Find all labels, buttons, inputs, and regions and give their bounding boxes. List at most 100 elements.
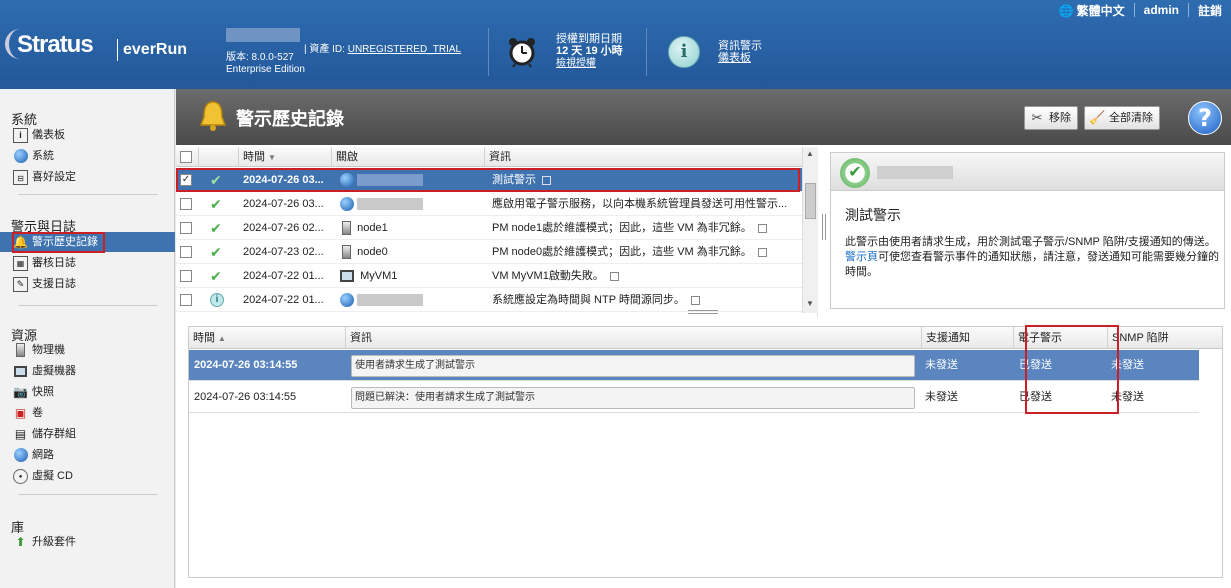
storage-group-icon: ▤: [14, 426, 27, 441]
language-selector[interactable]: 🌐 繁體中文: [1050, 2, 1134, 19]
table-row[interactable]: ✔ 2024-07-23 02... node0 PM node0處於維護模式；…: [176, 240, 802, 264]
alarm-clock-icon: [509, 38, 535, 68]
redacted-source: [357, 294, 424, 307]
logout-link[interactable]: 註銷: [1189, 2, 1231, 19]
status-ok-icon: ✔: [840, 158, 870, 188]
page-title-bar: 警示歷史記錄 ✂ 移除 🧹 全部清除 ?: [176, 89, 1231, 145]
detail-description: 此警示由使用者請求生成，用於測試電子警示/SNMP 陷阱/支援通知的傳送。 警示…: [845, 236, 1219, 278]
asset-id-link[interactable]: UNREGISTERED_TRIAL: [348, 44, 461, 55]
copy-icon[interactable]: [757, 223, 767, 233]
top-right-menu: 🌐 繁體中文 admin 註銷: [1050, 0, 1231, 20]
broom-icon: 🧹: [1089, 110, 1106, 125]
copy-icon[interactable]: [757, 247, 767, 257]
table-row[interactable]: ✔ 2024-07-26 03... 應啟用電子警示服務，以向本機系統管理員發送…: [176, 192, 802, 216]
status-ok-icon: ✔: [210, 244, 222, 260]
clear-all-button[interactable]: 🧹 全部清除: [1084, 106, 1160, 130]
message-field: 使用者請求生成了測試警示: [351, 355, 915, 377]
table-row[interactable]: ✔ 2024-07-22 01... MyVM1 VM MyVM1啟動失敗。: [176, 264, 802, 288]
column-header-info[interactable]: 資訊: [484, 147, 802, 167]
redacted-source: [357, 198, 424, 211]
sidebar-item-virtual-machines[interactable]: 虛擬機器: [13, 362, 76, 380]
notification-status-table: 時間 ▲ 資訊 支援通知 電子警示 SNMP 陷阱 2024-07-26 03:1…: [188, 325, 1223, 578]
table-scrollbar[interactable]: ▲ ▼: [802, 147, 818, 313]
sidebar-item-audit-log[interactable]: ▦ 審核日誌: [13, 254, 76, 272]
row-checkbox[interactable]: [180, 198, 192, 210]
message-field: 問題已解決：使用者請求生成了測試警示: [351, 387, 915, 409]
preferences-icon: ⊟: [13, 169, 28, 185]
copy-icon[interactable]: [609, 271, 619, 281]
scroll-down-icon[interactable]: ▼: [806, 299, 814, 308]
system-globe-icon: [340, 293, 354, 308]
sidebar-item-snapshots[interactable]: 📷 快照: [13, 383, 54, 401]
sidebar-item-preferences[interactable]: ⊟ 喜好設定: [13, 168, 76, 186]
calendar-icon: ▦: [13, 255, 28, 271]
sidebar-item-volumes[interactable]: ▣ 卷: [13, 404, 43, 422]
virtual-machine-icon: [340, 270, 354, 283]
info-alert-icon: i: [668, 36, 700, 68]
column-header-support[interactable]: 支援通知: [921, 327, 1013, 349]
vertical-splitter-handle[interactable]: [822, 214, 826, 240]
globe-icon: 🌐: [1058, 3, 1074, 18]
system-globe-icon: [340, 197, 354, 212]
column-header-snmp[interactable]: SNMP 陷阱: [1107, 327, 1199, 349]
license-info: 授權到期日期 12 天 19 小時 檢視授權: [556, 33, 623, 69]
stratus-everrun-logo: Stratus everRun: [3, 25, 187, 69]
dashboard-icon: i: [13, 127, 28, 143]
row-checkbox[interactable]: [180, 294, 192, 306]
physical-machine-icon: [342, 221, 351, 236]
status-ok-icon: ✔: [210, 268, 222, 284]
scrollbar-thumb[interactable]: [805, 183, 816, 219]
sidebar: 系統 i 儀表板 系統 ⊟ 喜好設定 警示與日誌 🔔 警示歷史記錄 ▦ 審核日誌 ✎ 支援…: [0, 89, 175, 588]
sidebar-annotation-box: [12, 232, 105, 253]
row-checkbox[interactable]: [180, 222, 192, 234]
row-annotation-box: [176, 168, 800, 192]
detail-header: ✔: [831, 153, 1224, 191]
user-menu[interactable]: admin: [1135, 3, 1188, 17]
cd-icon: ●: [13, 468, 28, 484]
scroll-up-icon[interactable]: ▲: [806, 149, 814, 158]
version-text: 版本: 8.0.0-527: [226, 52, 294, 63]
column-header-time[interactable]: 時間 ▲: [189, 327, 345, 349]
camera-icon: 📷: [13, 384, 28, 399]
alerts-page-link[interactable]: 警示頁: [845, 251, 878, 263]
column-header-source[interactable]: 關啟: [331, 147, 483, 167]
row-checkbox[interactable]: [180, 246, 192, 258]
table-row[interactable]: ✔ 2024-07-26 02... node1 PM node1處於維護模式；…: [176, 216, 802, 240]
sidebar-item-storage-groups[interactable]: ▤ 儲存群組: [13, 425, 76, 443]
info-alerts: 資訊警示 儀表板: [718, 40, 762, 64]
view-license-link[interactable]: 檢視授權: [556, 58, 596, 69]
app-header: Stratus everRun 版本: 8.0.0-527 Enterprise…: [0, 0, 1231, 89]
sidebar-item-virtual-cds[interactable]: ● 虛擬 CD: [13, 467, 73, 485]
horizontal-splitter-handle[interactable]: [688, 310, 718, 314]
sidebar-item-physical-machines[interactable]: 物理機: [13, 341, 65, 359]
copy-icon[interactable]: [690, 295, 700, 305]
table-row[interactable]: i 2024-07-22 01... 系統應設定為時間與 NTP 時間源同步。: [176, 288, 802, 312]
row-checkbox[interactable]: [180, 270, 192, 282]
remove-icon: ✂: [1031, 110, 1043, 125]
detail-title: 測試警示: [845, 207, 901, 223]
sidebar-item-system[interactable]: 系統: [13, 147, 54, 165]
page-title: 警示歷史記錄: [236, 109, 344, 129]
select-all-checkbox[interactable]: [180, 151, 192, 163]
status-ok-icon: ✔: [210, 220, 222, 236]
sidebar-item-support-log[interactable]: ✎ 支援日誌: [13, 275, 76, 293]
support-log-icon: ✎: [13, 276, 28, 292]
volume-icon: ▣: [14, 405, 27, 420]
edition-text: Enterprise Edition: [226, 64, 305, 75]
alert-detail-panel: ✔ 測試警示 此警示由使用者請求生成，用於測試電子警示/SNMP 陷阱/支援通知…: [830, 152, 1225, 309]
asset-id-label: | 資產 ID:: [304, 44, 345, 55]
sidebar-item-networks[interactable]: 網路: [13, 446, 54, 464]
network-icon: [13, 448, 28, 463]
column-header-time[interactable]: 時間 ▼: [238, 147, 330, 167]
info-icon: i: [210, 293, 224, 308]
remove-button[interactable]: ✂ 移除: [1024, 106, 1078, 130]
sidebar-item-upgrade-kits[interactable]: ⬆ 升級套件: [13, 533, 76, 551]
column-header-info[interactable]: 資訊: [345, 327, 921, 349]
dashboard-link[interactable]: 儀表板: [718, 52, 751, 64]
column-annotation-box: [1025, 325, 1119, 414]
help-icon[interactable]: ?: [1188, 101, 1222, 135]
bell-icon: [199, 101, 227, 131]
redacted-system-name: [877, 166, 953, 179]
table-header: 時間 ▼ 關啟 資訊: [176, 147, 802, 167]
sidebar-item-dashboard[interactable]: i 儀表板: [13, 126, 65, 144]
